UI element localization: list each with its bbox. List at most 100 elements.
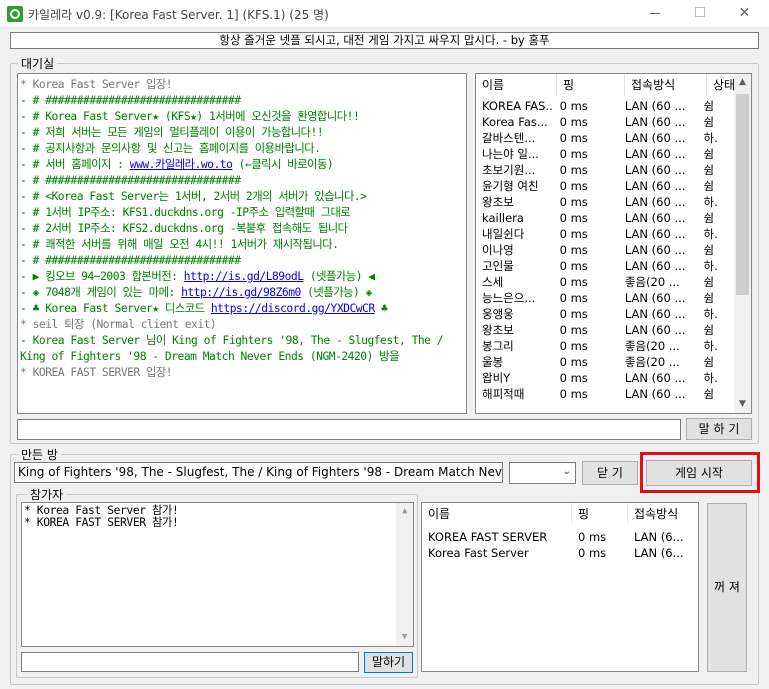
close-button[interactable]: ✕ [722,0,767,28]
player-ping: 0 ms [578,546,607,560]
user-row[interactable]: 울봉 0 ms 좋음(20 ... 쉼 [476,354,736,370]
col-name[interactable]: 이름 [476,74,557,96]
user-row[interactable]: 고인물 0 ms LAN (60 ... 하. [476,258,736,274]
user-row[interactable]: Korea Fas... 0 ms LAN (60 ... 쉼 [476,114,736,130]
close-room-button[interactable]: 닫 기 [582,461,638,485]
user-ping: 0 ms [559,227,588,241]
user-status: 쉼 [703,355,715,369]
maximize-button[interactable] [677,0,722,28]
user-row[interactable]: 왕초보 0 ms LAN (60 ... 하. [476,194,736,210]
player-rows: KOREA FAST SERVER 0 ms LAN (6... Korea Fast… [422,529,698,561]
lobby-chat-log[interactable]: * Korea Fast Server 입장! - # ############… [17,73,467,414]
user-row[interactable]: KOREA FAS... 0 ms LAN (60 ... 쉼 [476,98,736,114]
user-ping: 0 ms [559,115,588,129]
user-status: 쉼 [703,115,715,129]
chat-line: * KOREA FAST SERVER 입장! [20,366,173,379]
user-conn: LAN (60 ... [624,131,686,145]
player-conn: LAN (6... [634,546,684,560]
room-chat-line: * KOREA FAST SERVER 참가! [24,516,179,529]
user-row[interactable]: 봉그리 0 ms 좋음(20 ... 하. [476,338,736,354]
user-status: 쉼 [703,211,715,225]
user-status: 쉼 [703,99,715,113]
lobby-label: 대기실 [18,55,58,72]
user-row[interactable]: 나는야 일... 0 ms LAN (60 ... 쉼 [476,146,736,162]
discord-link[interactable]: https://discord.gg/YXDCwCR [211,302,375,315]
user-list[interactable]: 이름 핑 접속방식 상태 KOREA FAS... 0 ms LAN (60 ...… [475,73,752,414]
col-connection[interactable]: 접속방식 [625,74,707,96]
chat-line: - # 1서버 IP주소: KFS1.duckdns.org -IP주소 입력할… [20,206,351,219]
user-name: 고인물 [482,259,514,273]
room-chat-scrollbar[interactable]: ▲ ▼ [396,503,413,646]
user-conn: 좋음(20 ... [624,275,680,289]
user-conn: 좋음(20 ... [624,339,680,353]
user-row[interactable]: 왑비Y 0 ms LAN (60 ... 하. [476,370,736,386]
chat-line: - Korea Fast Server 님이 King of Fighters … [20,334,444,363]
user-status: 하. [703,307,718,321]
user-row[interactable]: 웅앵웅 0 ms LAN (60 ... 하. [476,306,736,322]
room-chat-input[interactable] [21,652,359,672]
chat-line: - ◈ 7048개 게임이 있는 마메: http://is.gd/98Z6m0… [20,286,372,299]
room-chat-log[interactable]: * Korea Fast Server 참가! * KOREA FAST SER… [21,502,414,647]
chat-line: - ♣ Korea Fast Server★ 디스코드 https://disc… [20,302,388,315]
user-row[interactable]: kaillera 0 ms LAN (60 ... 쉼 [476,210,736,226]
chat-line: - # 공지사항과 문의사항 및 신고는 홈페이지를 이용바랍니다. [20,142,321,155]
room-combo[interactable]: ⌄ [509,462,576,484]
user-conn: LAN (60 ... [624,371,686,385]
user-name: 왕초보 [482,195,514,209]
chat-line: - # 2서버 IP주소: KFS2.duckdns.org -복붙후 접속해도… [20,222,348,235]
col-connection[interactable]: 접속방식 [628,503,698,525]
talk-button[interactable]: 말 하 기 [686,418,752,440]
chat-line: * Korea Fast Server 입장! [20,78,173,91]
user-row[interactable]: 능느은으... 0 ms LAN (60 ... 쉼 [476,290,736,306]
user-row[interactable]: 내일쉰다 0 ms LAN (60 ... 하. [476,226,736,242]
user-row[interactable]: 스세 0 ms 좋음(20 ... 쉼 [476,274,736,290]
user-row[interactable]: 초보기원... 0 ms LAN (60 ... 쉼 [476,162,736,178]
user-name: 갈바스텐... [482,131,536,145]
scroll-thumb[interactable] [736,94,749,295]
chat-line: - # ############################### [20,254,241,267]
minimize-button[interactable] [632,0,677,28]
user-row[interactable]: 해피적때 0 ms LAN (60 ... 쉼 [476,386,736,402]
user-conn: LAN (60 ... [624,307,686,321]
user-name: 스세 [482,275,504,289]
mame-link[interactable]: http://is.gd/98Z6m0 [181,286,301,299]
game-start-button[interactable]: 게임 시작 [646,460,752,486]
kick-button[interactable]: 꺼 져 [707,503,747,672]
user-name: 왑비Y [482,371,511,385]
user-row[interactable]: 이나영 0 ms LAN (60 ... 쉼 [476,242,736,258]
room-game-name: King of Fighters '98, The - Slugfest, Th… [14,462,503,483]
scroll-down-icon[interactable]: ▼ [734,396,751,413]
player-row[interactable]: Korea Fast Server 0 ms LAN (6... [422,545,698,561]
user-ping: 0 ms [559,291,588,305]
notice-banner: 항상 즐거운 넷플 되시고, 대전 게임 가지고 싸우지 맙시다. - by 홍… [10,32,759,49]
user-list-scrollbar[interactable]: ▲ ▼ [734,74,751,413]
user-name: 초보기원... [482,163,536,177]
scroll-down-icon[interactable]: ▼ [396,629,413,646]
user-ping: 0 ms [559,195,588,209]
chevron-down-icon: ⌄ [562,466,571,477]
user-status: 하. [703,371,718,385]
chat-line: - # 저희 서버는 모든 게임의 멀티플레이 이용이 가능합니다!! [20,126,324,139]
scroll-up-icon[interactable]: ▲ [396,503,413,520]
user-ping: 0 ms [559,131,588,145]
user-name: 내일쉰다 [482,227,525,241]
user-status: 쉼 [703,291,715,305]
col-ping[interactable]: 핑 [572,503,628,525]
user-row[interactable]: 왕초보 0 ms LAN (60 ... 쉼 [476,322,736,338]
user-ping: 0 ms [559,259,588,273]
player-list[interactable]: 이름 핑 접속방식 KOREA FAST SERVER 0 ms LAN (6...… [421,502,699,672]
lobby-chat-input[interactable] [17,419,681,440]
user-status: 하. [703,131,718,145]
scroll-up-icon[interactable]: ▲ [734,74,751,91]
user-row[interactable]: 윤기형 여친 0 ms LAN (60 ... 쉼 [476,178,736,194]
homepage-link[interactable]: www.카일레라.wo.to [130,158,233,171]
chat-line: - # <Korea Fast Server는 1서버, 2서버 2개의 서버가… [20,190,367,203]
player-row[interactable]: KOREA FAST SERVER 0 ms LAN (6... [422,529,698,545]
col-name[interactable]: 이름 [422,503,572,525]
kof-link[interactable]: http://is.gd/L89odL [184,270,304,283]
col-ping[interactable]: 핑 [557,74,625,96]
user-row[interactable]: 갈바스텐... 0 ms LAN (60 ... 하. [476,130,736,146]
room-talk-button[interactable]: 말하기 [364,652,413,673]
user-name: 봉그리 [482,339,514,353]
user-name: 나는야 일... [482,147,539,161]
